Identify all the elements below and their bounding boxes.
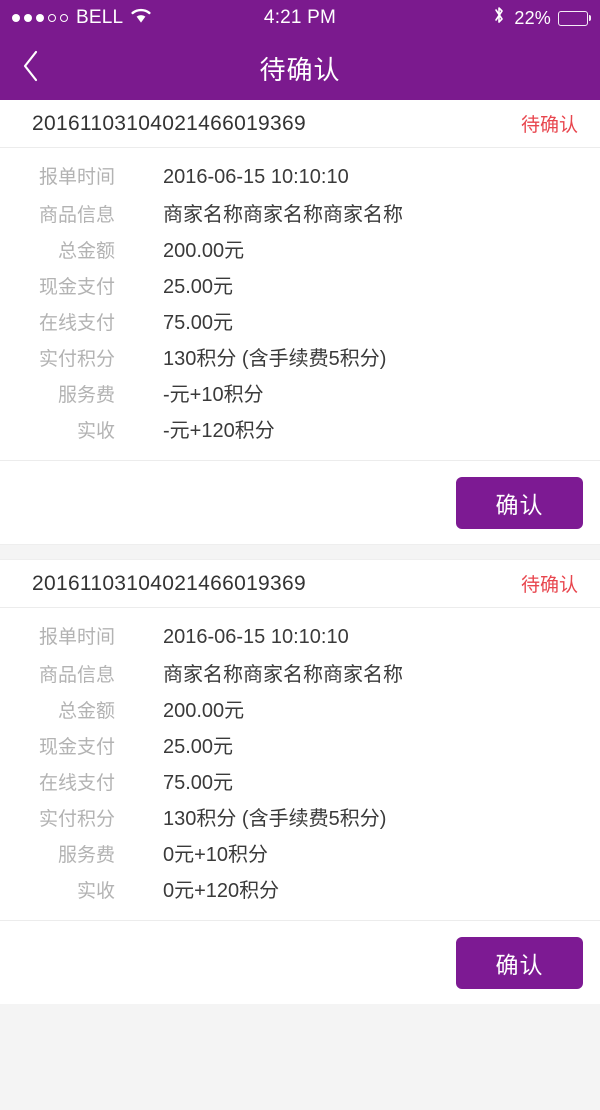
order-card-header: 20161103104021466019369 待确认 [0,100,600,148]
detail-row-value: 商家名称商家名称商家名称 [163,204,403,226]
order-card[interactable]: 20161103104021466019369 待确认报单时间 2016-06-15… [0,560,600,1004]
detail-row-label: 服务费 [57,385,115,406]
detail-row-label: 报单时间 [38,167,115,188]
detail-row-value: 0元+120积分 [163,880,280,902]
detail-row: 总金额 200.00元 [0,694,600,730]
detail-row-value: 25.00元 [163,736,234,758]
order-number: 20161103104021466019369 [32,571,306,595]
detail-row-value: 2016-06-15 10:10:10 [163,166,349,188]
signal-dot-empty [48,14,56,22]
carrier-label: BELL [76,7,124,28]
status-badge: 待确认 [520,575,578,596]
detail-row-label: 实收 [76,881,115,902]
detail-row-value: 130积分 (含手续费5积分) [163,808,387,830]
detail-row-label: 现金支付 [38,277,115,298]
detail-row-value: 200.00元 [163,700,245,722]
detail-row-value: 商家名称商家名称商家名称 [163,664,403,686]
detail-row-label: 现金支付 [38,737,115,758]
detail-row: 服务费 -元+10积分 [0,378,600,414]
back-button[interactable] [0,36,62,100]
detail-row: 实收 0元+120积分 [0,874,600,910]
detail-row-label: 服务费 [57,845,115,866]
app-screen: BELL 4:21 PM 22% 待确认 2016110310402146601… [0,0,600,1110]
signal-dot-filled [24,14,32,22]
detail-row-label: 实收 [76,421,115,442]
detail-row: 现金支付 25.00元 [0,730,600,766]
detail-row-label: 商品信息 [38,205,115,226]
detail-row-value: 75.00元 [163,772,234,794]
clock-label: 4:21 PM [263,7,337,28]
detail-row: 报单时间 2016-06-15 10:10:10 [0,622,600,658]
detail-row: 实付积分 130积分 (含手续费5积分) [0,802,600,838]
detail-row: 报单时间 2016-06-15 10:10:10 [0,162,600,198]
detail-row: 在线支付 75.00元 [0,306,600,342]
cards-container: 20161103104021466019369 待确认 报单时间 2016-06-15… [0,100,600,1004]
card-separator [0,544,600,560]
detail-row-value: 2016-06-15 10:10:10 [163,626,349,648]
detail-row-value: 25.00元 [163,276,234,298]
detail-row-value: -元+120积分 [163,420,275,442]
detail-row: 总金额 200.00元 [0,234,600,270]
order-card-actions: 确认 [0,460,600,544]
detail-row-value: 75.00元 [163,312,234,334]
signal-dot-filled [12,14,20,22]
detail-row-label: 实付积分 [38,809,115,830]
order-card-header: 20161103104021466019369 待确认 [0,560,600,608]
detail-row-label: 实付积分 [38,349,115,370]
detail-row: 实收 -元+120积分 [0,414,600,450]
status-bar-left: BELL [12,7,264,30]
status-bar: BELL 4:21 PM 22% [0,0,600,36]
detail-row-label: 商品信息 [38,665,115,686]
detail-row-value: 0元+10积分 [163,844,269,866]
detail-row: 商品信息 商家名称商家名称商家名称 [0,658,600,694]
detail-row: 在线支付 75.00元 [0,766,600,802]
status-badge: 待确认 [520,115,578,136]
detail-row: 现金支付 25.00元 [0,270,600,306]
order-number: 20161103104021466019369 [32,111,306,135]
signal-strength-icon [12,14,68,22]
detail-row-label: 报单时间 [38,627,115,648]
battery-percent-label: 22% [514,7,552,28]
status-bar-right: 22% [336,5,589,31]
confirm-button[interactable]: 确认 [456,936,583,989]
order-list: 20161103104021466019369 待确认 报单时间 2016-06-15… [0,100,600,1110]
detail-row-value: -元+10积分 [163,384,264,406]
detail-row: 商品信息 商家名称商家名称商家名称 [0,198,600,234]
detail-row-label: 在线支付 [38,313,115,334]
detail-row-label: 总金额 [57,241,115,262]
signal-dot-empty [60,14,68,22]
order-card[interactable]: 20161103104021466019369 待确认报单时间 2016-06-15… [0,100,600,544]
order-card-actions: 确认 [0,920,600,1004]
order-detail-rows: 报单时间 2016-06-15 10:10:10 商品信息 商家名称商家名称商家名称总… [0,148,600,460]
confirm-button[interactable]: 确认 [456,476,583,529]
order-detail-rows: 报单时间 2016-06-15 10:10:10 商品信息 商家名称商家名称商家名称总… [0,608,600,920]
detail-row: 实付积分 130积分 (含手续费5积分) [0,342,600,378]
bluetooth-icon [493,5,505,31]
navigation-bar: 待确认 [0,36,600,100]
wifi-icon [130,7,152,30]
detail-row-value: 130积分 (含手续费5积分) [163,348,387,370]
page-title: 待确认 [259,54,341,85]
chevron-left-icon [21,49,41,88]
detail-row-value: 200.00元 [163,240,245,262]
detail-row-label: 在线支付 [38,773,115,794]
detail-row: 服务费 0元+10积分 [0,838,600,874]
signal-dot-filled [36,14,44,22]
detail-row-label: 总金额 [57,701,115,722]
battery-icon [558,10,589,26]
